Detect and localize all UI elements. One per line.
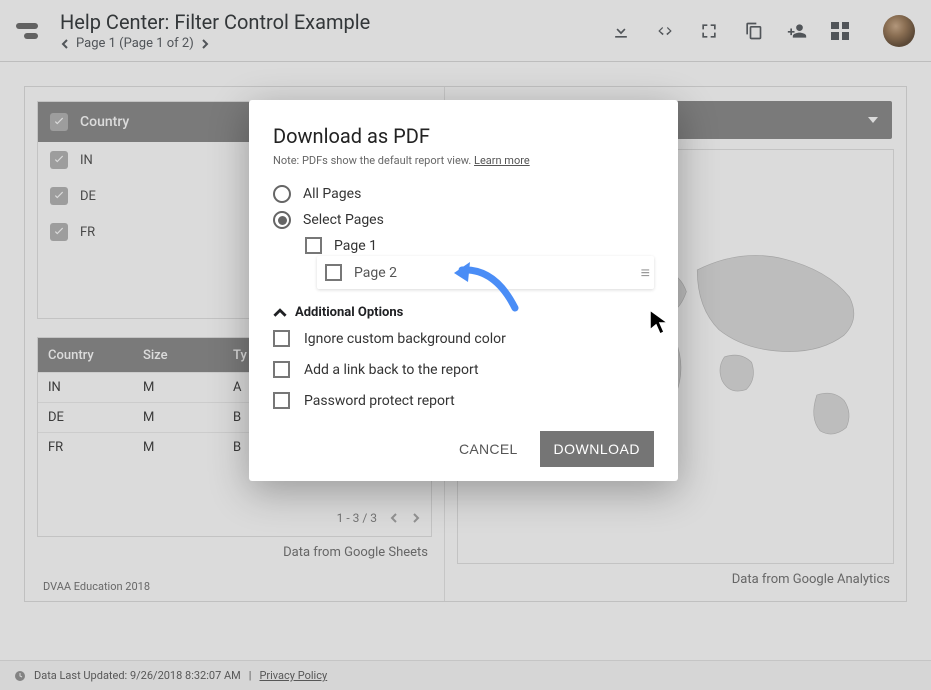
chevron-left-icon [60, 39, 70, 49]
caret-down-icon [868, 117, 878, 123]
chevron-up-icon [273, 306, 287, 320]
status-text: Data Last Updated: 9/26/2018 8:32:07 AM [34, 669, 241, 682]
chevron-right-icon [200, 39, 210, 49]
breadcrumb[interactable]: Page 1 (Page 1 of 2) [60, 36, 611, 51]
checkbox-checked-icon[interactable] [50, 223, 68, 241]
app-logo-icon [16, 16, 46, 46]
title-area: Help Center: Filter Control Example Page… [60, 10, 611, 51]
checkbox-unchecked-icon[interactable] [273, 361, 290, 378]
data-source-caption: Data from Google Sheets [37, 537, 432, 562]
cursor-icon [648, 308, 672, 336]
radio-checked-icon[interactable] [273, 211, 291, 229]
map-footer-text [466, 546, 469, 559]
cancel-button[interactable]: CANCEL [453, 433, 524, 465]
page-option-1[interactable]: Page 1 [305, 237, 654, 254]
add-person-icon[interactable] [787, 21, 807, 41]
checkbox-unchecked-icon[interactable] [305, 237, 322, 254]
apps-icon[interactable] [831, 22, 849, 40]
learn-more-link[interactable]: Learn more [474, 154, 530, 167]
chevron-right-icon[interactable] [411, 513, 421, 523]
checkbox-unchecked-icon[interactable] [273, 330, 290, 347]
embed-icon[interactable] [655, 21, 675, 41]
option-ignore-bg[interactable]: Ignore custom background color [273, 330, 654, 347]
privacy-link[interactable]: Privacy Policy [259, 669, 327, 682]
copy-icon[interactable] [743, 21, 763, 41]
avatar[interactable] [883, 15, 915, 47]
breadcrumb-text: Page 1 (Page 1 of 2) [76, 36, 194, 51]
dialog-note: Note: PDFs show the default report view.… [273, 154, 654, 167]
checkbox-unchecked-icon[interactable] [273, 392, 290, 409]
clock-icon [14, 670, 26, 682]
dialog-title: Download as PDF [273, 124, 654, 148]
annotation-arrow-icon [450, 258, 520, 313]
col-header[interactable]: Country [38, 348, 133, 363]
download-icon[interactable] [611, 21, 631, 41]
dialog-actions: CANCEL DOWNLOAD [273, 431, 654, 467]
radio-all-pages[interactable]: All Pages [273, 185, 654, 203]
checkbox-checked-icon[interactable] [50, 187, 68, 205]
drag-handle-icon[interactable]: ≡ [641, 263, 646, 283]
data-source-caption: Data from Google Analytics [457, 564, 894, 589]
checkbox-checked-icon[interactable] [50, 113, 68, 131]
col-header[interactable]: Size [133, 348, 223, 363]
table-pager: 1 - 3 / 3 [38, 500, 431, 536]
checkbox-unchecked-icon[interactable] [325, 264, 342, 281]
fullscreen-icon[interactable] [699, 21, 719, 41]
header-actions [611, 15, 915, 47]
option-password[interactable]: Password protect report [273, 392, 654, 409]
footer-note: DVAA Education 2018 [37, 562, 432, 595]
radio-unchecked-icon[interactable] [273, 185, 291, 203]
status-bar: Data Last Updated: 9/26/2018 8:32:07 AM … [0, 660, 931, 690]
download-button[interactable]: DOWNLOAD [540, 431, 654, 467]
radio-select-pages[interactable]: Select Pages [273, 211, 654, 229]
app-header: Help Center: Filter Control Example Page… [0, 0, 931, 62]
option-add-link[interactable]: Add a link back to the report [273, 361, 654, 378]
chevron-left-icon[interactable] [389, 513, 399, 523]
pager-text: 1 - 3 / 3 [337, 511, 377, 525]
page-title: Help Center: Filter Control Example [60, 10, 611, 34]
filter-title: Country [80, 114, 129, 130]
checkbox-checked-icon[interactable] [50, 151, 68, 169]
